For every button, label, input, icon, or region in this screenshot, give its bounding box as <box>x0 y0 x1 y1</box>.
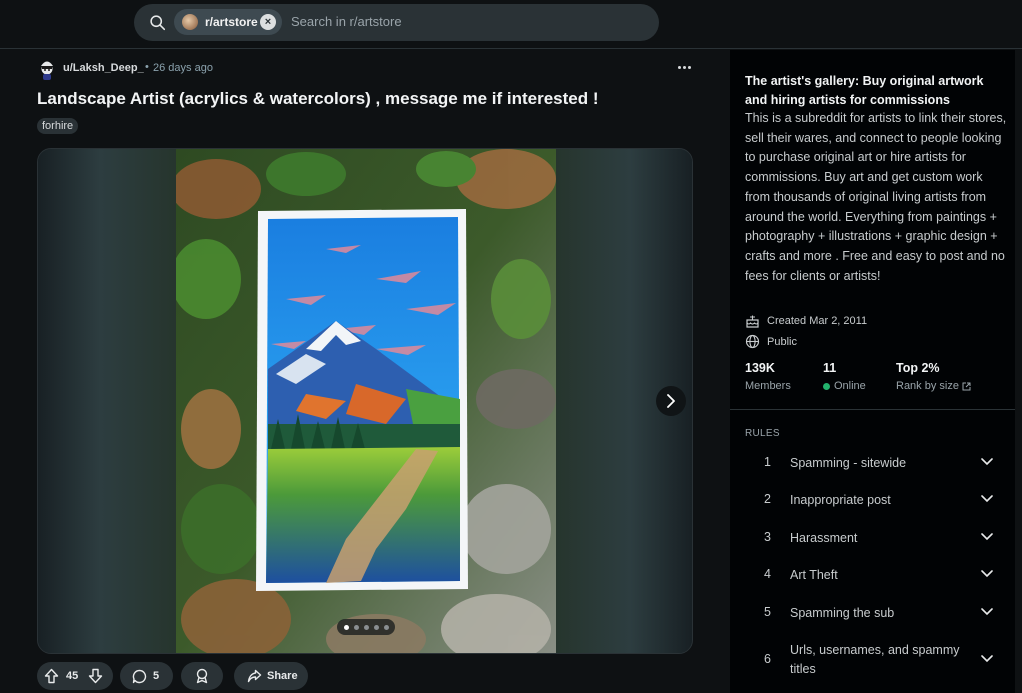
subreddit-chip-label: r/artstore <box>205 15 258 29</box>
members-count: 139K <box>745 361 775 375</box>
chevron-down-icon <box>981 655 993 663</box>
downvote-icon[interactable] <box>88 668 103 684</box>
rules-heading: RULES <box>745 428 780 439</box>
online-dot-icon <box>823 382 830 390</box>
image-gallery[interactable] <box>37 148 693 654</box>
vote-count: 45 <box>66 670 79 682</box>
gallery-dot[interactable] <box>343 624 349 630</box>
rule-number: 5 <box>764 605 771 619</box>
sidebar-divider <box>730 409 1015 410</box>
gallery-pagination <box>337 619 395 635</box>
more-options-button[interactable] <box>672 56 696 78</box>
comment-icon <box>132 669 147 684</box>
rule-item[interactable]: 5 Spamming the sub <box>745 605 1007 625</box>
chevron-down-icon <box>981 570 993 578</box>
chevron-down-icon <box>981 458 993 466</box>
chevron-down-icon <box>981 495 993 503</box>
subreddit-filter-chip[interactable]: r/artstore × <box>174 9 282 35</box>
top-bar: r/artstore × Search in r/artstore <box>0 0 1022 49</box>
share-button[interactable]: Share <box>234 662 308 690</box>
rule-item[interactable]: 2 Inappropriate post <box>745 492 1007 512</box>
share-label: Share <box>267 670 298 682</box>
chevron-down-icon <box>981 608 993 616</box>
award-button[interactable] <box>181 662 223 690</box>
rule-text: Spamming the sub <box>790 606 895 620</box>
rule-number: 1 <box>764 455 771 469</box>
cake-icon <box>746 315 759 328</box>
gallery-dot[interactable] <box>363 624 369 630</box>
rule-item[interactable]: 6 Urls, usernames, and spammy titles <box>745 642 1007 682</box>
painting-photo[interactable] <box>176 149 556 654</box>
rule-text: Spamming - sitewide <box>790 456 907 470</box>
members-label: Members <box>745 380 791 392</box>
search-icon <box>150 15 166 31</box>
rank-value: Top 2% <box>896 361 940 375</box>
online-label: Online <box>834 380 866 392</box>
more-options-icon <box>677 65 681 69</box>
rule-text: Inappropriate post <box>790 493 891 507</box>
rule-text: Harassment <box>790 531 858 545</box>
next-image-button[interactable] <box>656 386 686 416</box>
post-container: u/Laksh_Deep_ • 26 days ago Landscape Ar… <box>0 50 730 693</box>
rule-item[interactable]: 4 Art Theft <box>745 567 1007 587</box>
created-date: Created Mar 2, 2011 <box>767 315 868 327</box>
rank-link[interactable]: Rank by size <box>896 380 971 392</box>
rule-number: 6 <box>764 652 771 666</box>
comment-count: 5 <box>153 670 160 682</box>
gallery-dot[interactable] <box>383 624 389 630</box>
gallery-dot[interactable] <box>373 624 379 630</box>
rank-label: Rank by size <box>896 380 959 392</box>
community-sidebar: The artist's gallery: Buy original artwo… <box>730 50 1015 693</box>
rule-number: 4 <box>764 567 771 581</box>
rule-text: Art Theft <box>790 568 838 582</box>
post-title[interactable]: Landscape Artist (acrylics & watercolors… <box>37 89 599 109</box>
upvote-icon[interactable] <box>44 668 59 684</box>
community-description: This is a subreddit for artists to link … <box>745 111 1007 283</box>
clear-filter-icon[interactable]: × <box>260 14 276 30</box>
rule-number: 2 <box>764 492 771 506</box>
visibility-label: Public <box>767 335 797 348</box>
rule-item[interactable]: 3 Harassment <box>745 530 1007 550</box>
globe-icon <box>745 334 760 349</box>
meta-separator: • <box>145 61 149 73</box>
subreddit-avatar <box>182 14 198 30</box>
rule-number: 3 <box>764 530 771 544</box>
post-flair[interactable]: forhire <box>37 118 79 134</box>
author-avatar[interactable] <box>38 58 56 80</box>
award-icon <box>196 668 208 684</box>
online-count: 11 <box>823 361 837 375</box>
online-status: Online <box>823 380 866 392</box>
external-link-icon <box>962 382 971 390</box>
gallery-dot[interactable] <box>353 624 359 630</box>
community-title: The artist's gallery: Buy original artwo… <box>745 74 984 107</box>
rule-item[interactable]: 1 Spamming - sitewide <box>745 455 1007 475</box>
chevron-right-icon <box>667 394 675 408</box>
chevron-down-icon <box>981 533 993 541</box>
search-input[interactable]: Search in r/artstore <box>291 14 402 29</box>
rule-text: Urls, usernames, and spammy titles <box>790 643 960 676</box>
created-info: Created Mar 2, 2011 <box>745 314 867 328</box>
visibility-info: Public <box>745 334 797 349</box>
author-username[interactable]: u/Laksh_Deep_ <box>63 62 144 74</box>
share-icon <box>247 669 262 683</box>
post-timestamp: 26 days ago <box>153 62 213 74</box>
comments-button[interactable]: 5 <box>120 662 173 690</box>
vote-bar: 45 <box>37 662 113 690</box>
gallery-blur-left <box>38 149 176 653</box>
